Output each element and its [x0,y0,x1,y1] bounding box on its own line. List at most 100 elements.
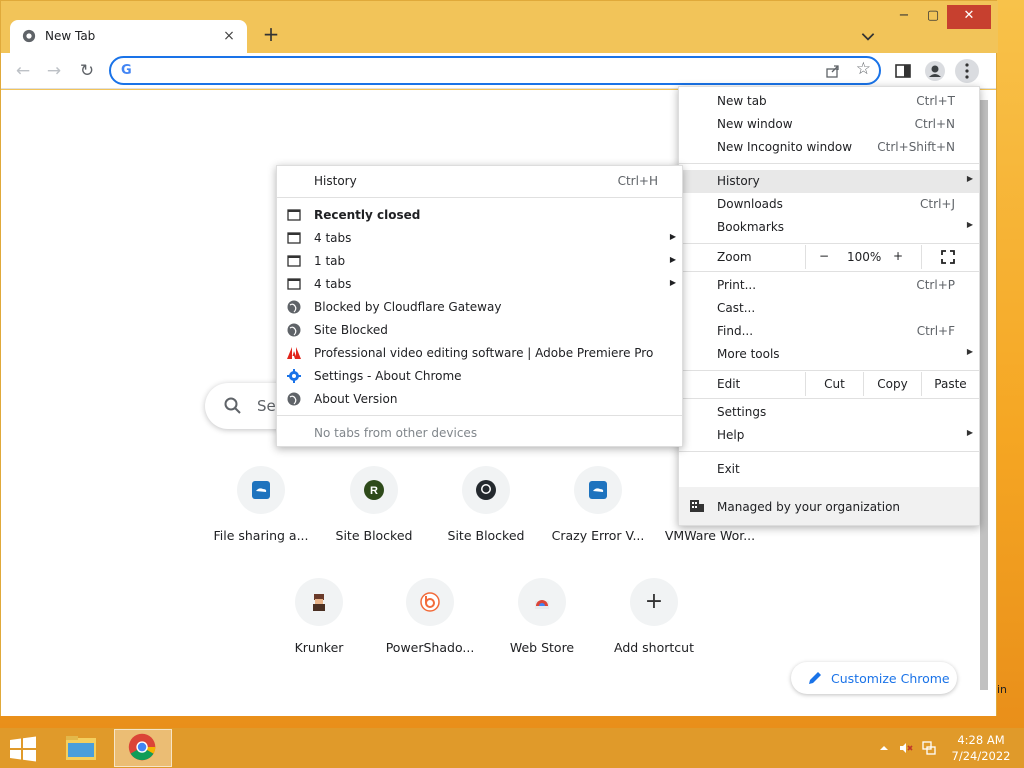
menu-separator [679,451,979,452]
chrome-favicon-icon [22,29,36,43]
shortcut-tile[interactable]: File sharing a... [205,460,317,560]
menu-item-new-tab[interactable]: New tab Ctrl+T [679,90,979,113]
close-tab-icon[interactable]: × [219,26,239,46]
forward-button[interactable]: → [42,59,66,83]
fullscreen-icon[interactable] [941,250,955,264]
shortcut-icon-bg [406,578,454,626]
menu-item-exit[interactable]: Exit [679,458,979,481]
cloud-blue-icon [589,481,607,499]
history-item[interactable]: Blocked by Cloudflare Gateway [277,296,682,319]
history-item[interactable]: 4 tabs ▶ [277,227,682,250]
shortcut-tile[interactable]: Krunker [263,572,375,672]
menu-item-cast[interactable]: Cast... [679,297,979,320]
history-item[interactable]: Site Blocked [277,319,682,342]
speaker-muted-icon[interactable] [898,740,914,756]
shortcut-icon-bg: + [630,578,678,626]
history-label: History [314,174,357,188]
shortcut-label: Crazy Error V... [551,528,645,543]
submenu-arrow-icon: ▶ [966,347,973,356]
menu-item-new-window[interactable]: New window Ctrl+N [679,113,979,136]
system-clock[interactable]: 4:28 AM 7/24/2022 [944,732,1018,764]
shortcut-tile[interactable]: PowerShado... [374,572,486,672]
taskbar-chrome[interactable] [114,729,172,767]
shortcut-label: VMWare Wor... [664,528,756,543]
history-item-label: Settings - About Chrome [314,369,462,383]
chevron-down-icon[interactable] [859,27,877,45]
search-placeholder: Se [257,397,276,415]
taskbar-file-explorer[interactable] [52,729,110,767]
menu-item-label: Exit [717,462,740,476]
google-g-icon: G [121,63,132,78]
history-shortcut: Ctrl+H [617,174,658,188]
zoom-label: Zoom [717,250,752,264]
minimize-button[interactable]: − [889,5,919,29]
history-item-label: Site Blocked [314,323,388,337]
menu-separator [679,370,979,371]
submenu-arrow-icon: ▶ [669,278,676,287]
address-input[interactable] [143,61,803,81]
menu-item-settings[interactable]: Settings [679,401,979,424]
menu-item-label: Downloads [717,197,783,211]
history-item[interactable]: 4 tabs ▶ [277,273,682,296]
window-icon [287,278,301,290]
shortcut-tile[interactable]: Site Blocked [430,460,542,560]
copy-button[interactable]: Copy [863,372,921,396]
close-window-button[interactable]: ✕ [947,5,991,29]
history-submenu: History Ctrl+H Recently closed 4 tabs ▶ … [276,165,683,447]
settings-gear-icon [287,369,301,383]
history-item[interactable]: Settings - About Chrome [277,365,682,388]
kebab-menu-icon[interactable] [955,59,979,83]
cut-button[interactable]: Cut [805,372,863,396]
letter-r-glyph: R [370,485,378,497]
side-panel-icon[interactable] [891,59,915,83]
scrollbar-thumb[interactable] [980,100,988,690]
add-shortcut-button[interactable]: + Add shortcut [598,572,710,672]
history-item[interactable]: 1 tab ▶ [277,250,682,273]
profile-icon[interactable] [923,59,947,83]
shortcut-tile[interactable]: Web Store [486,572,598,672]
windows-start-icon[interactable] [8,736,38,762]
history-item-label: Professional video editing software | Ad… [314,346,654,360]
menu-item-bookmarks[interactable]: Bookmarks ▶ [679,216,979,239]
reload-button[interactable]: ↻ [75,59,99,83]
network-icon[interactable] [921,740,937,756]
menu-item-help[interactable]: Help ▶ [679,424,979,447]
paste-button[interactable]: Paste [921,372,979,396]
back-button[interactable]: ← [11,59,35,83]
history-menu-title[interactable]: History Ctrl+H [277,170,682,193]
shortcut-tile[interactable]: R Site Blocked [318,460,430,560]
history-item[interactable]: Professional video editing software | Ad… [277,342,682,365]
menu-separator [277,197,682,198]
history-item[interactable]: About Version [277,388,682,411]
customize-chrome-label: Customize Chrome [831,671,950,686]
shortcut-label: Web Store [509,640,575,655]
customize-chrome-button[interactable]: Customize Chrome [791,662,957,694]
shortcut-tile[interactable]: Crazy Error V... [542,460,654,560]
menu-item-label: New Incognito window [717,140,853,154]
menu-item-more-tools[interactable]: More tools ▶ [679,343,979,366]
globe-icon [287,300,301,314]
shortcut-label: PowerShado... [385,640,475,655]
menu-item-new-incognito[interactable]: New Incognito window Ctrl+Shift+N [679,136,979,159]
menu-item-print[interactable]: Print... Ctrl+P [679,274,979,297]
menu-item-history[interactable]: History ▶ [679,170,979,193]
toolbar: ← → ↻ G ☆ [1,53,996,89]
menu-item-shortcut: Ctrl+Shift+N [877,140,955,154]
zoom-in-button[interactable]: + [893,249,903,263]
tray-expand-icon[interactable] [876,740,892,756]
zoom-out-button[interactable]: − [819,249,829,263]
menu-item-label: New window [717,117,793,131]
share-icon[interactable] [825,63,841,79]
tab-new-tab[interactable]: New Tab × [10,20,247,53]
managed-by-org[interactable]: Managed by your organization [679,487,979,525]
menu-item-downloads[interactable]: Downloads Ctrl+J [679,193,979,216]
new-tab-button[interactable]: + [259,23,283,47]
menu-item-find[interactable]: Find... Ctrl+F [679,320,979,343]
shortcut-icon-bg [518,578,566,626]
maximize-button[interactable]: ▢ [918,5,948,29]
bookmark-star-icon[interactable]: ☆ [856,59,871,79]
webstore-icon [535,600,549,609]
page-scrollbar[interactable] [980,90,988,716]
omnibox[interactable]: G ☆ [109,56,881,85]
letter-r-icon: R [364,480,384,500]
